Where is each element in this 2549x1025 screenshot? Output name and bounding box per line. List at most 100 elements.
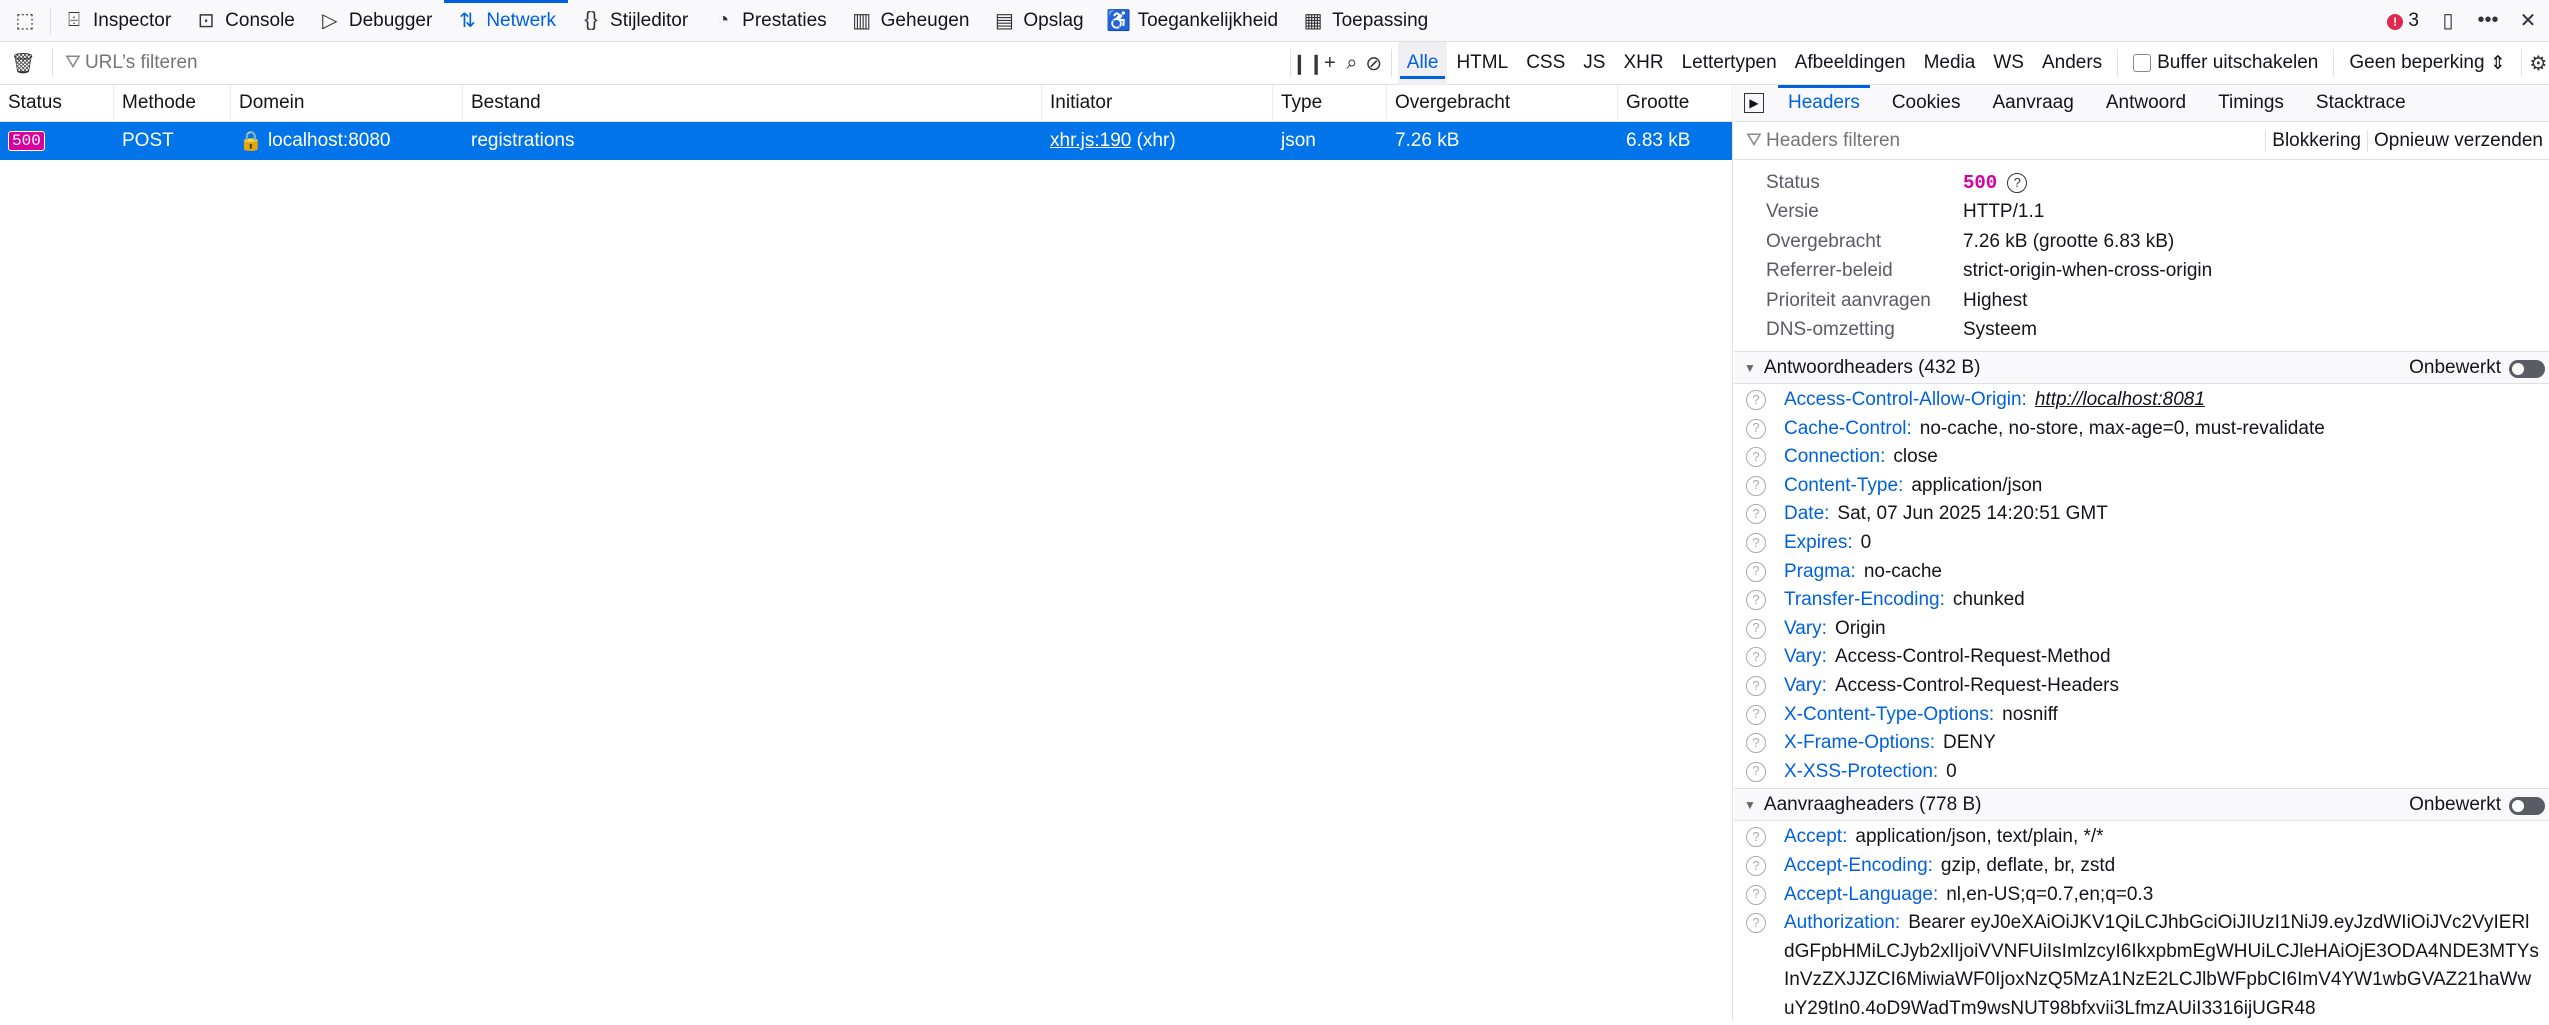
- panel-tab-antwoord[interactable]: Antwoord: [2090, 85, 2202, 122]
- help-icon[interactable]: ?: [1746, 475, 1766, 496]
- table-row[interactable]: 500 POST 🔒 localhost:8080 registrations …: [0, 122, 1732, 160]
- help-icon[interactable]: ?: [1746, 913, 1766, 934]
- header-row: ? Vary: Access-Control-Request-Method: [1734, 643, 2549, 672]
- raw-toggle[interactable]: [2509, 360, 2545, 378]
- column-header-bestand[interactable]: Bestand: [463, 85, 1042, 121]
- tab-opslag[interactable]: ▤ Opslag: [981, 0, 1095, 42]
- help-icon[interactable]: ?: [1746, 504, 1766, 525]
- summary-label: Overgebracht: [1766, 230, 1882, 252]
- add-icon[interactable]: +: [1319, 42, 1341, 85]
- column-header-methode[interactable]: Methode: [114, 85, 231, 121]
- column-header-grootte[interactable]: Grootte: [1618, 85, 1733, 121]
- type-filter-anders[interactable]: Anders: [2033, 42, 2111, 85]
- column-header-overgebracht[interactable]: Overgebracht: [1387, 85, 1618, 121]
- raw-label: Onbewerkt: [2409, 356, 2501, 378]
- response-headers-toggle[interactable]: ▼ Antwoordheaders (432 B) Onbewerkt: [1734, 351, 2549, 384]
- column-header-type[interactable]: Type: [1273, 85, 1387, 121]
- method-cell: POST: [122, 130, 174, 151]
- header-name: X-XSS-Protection:: [1784, 760, 1939, 782]
- help-icon[interactable]: ?: [1746, 447, 1766, 468]
- collapse-triangle-icon: ▼: [1744, 360, 1756, 375]
- tab-label: Toegankelijkheid: [1137, 9, 1279, 31]
- summary-label: Referrer-beleid: [1766, 260, 1893, 282]
- help-icon[interactable]: ?: [1746, 855, 1766, 876]
- block-icon[interactable]: ⊘: [1363, 42, 1385, 85]
- url-filter-input[interactable]: [84, 52, 1284, 74]
- panel-tab-aanvraag[interactable]: Aanvraag: [1976, 85, 2089, 122]
- disable-cache-checkbox[interactable]: Buffer uitschakelen: [2124, 42, 2327, 85]
- collapse-triangle-icon: ▼: [1744, 797, 1756, 812]
- settings-gear-icon[interactable]: ⚙: [2528, 52, 2549, 75]
- help-icon[interactable]: ?: [1746, 733, 1766, 754]
- request-headers-toggle[interactable]: ▼ Aanvraagheaders (778 B) Onbewerkt: [1734, 788, 2549, 822]
- headers-filter-input[interactable]: [1765, 129, 2266, 152]
- column-header-status[interactable]: Status: [0, 85, 114, 121]
- help-icon[interactable]: ?: [1746, 532, 1766, 553]
- help-icon[interactable]: ?: [1746, 390, 1766, 410]
- type-filter-xhr[interactable]: XHR: [1614, 42, 1672, 85]
- element-picker-button[interactable]: ⬚: [0, 6, 51, 35]
- header-row: ? Connection: close: [1734, 443, 2549, 472]
- toggle-sidebar-icon[interactable]: ▶: [1744, 93, 1764, 113]
- raw-toggle[interactable]: [2509, 797, 2545, 816]
- panel-tab-headers[interactable]: Headers: [1772, 84, 1876, 122]
- header-name: Cache-Control:: [1784, 417, 1912, 439]
- summary-value: 7.26 kB (grootte 6.83 kB): [1963, 230, 2175, 252]
- tab-stijleditor[interactable]: {} Stijleditor: [568, 0, 700, 42]
- block-button[interactable]: Blokkering: [2265, 129, 2367, 152]
- type-filter-alle[interactable]: Alle: [1397, 41, 1448, 85]
- tab-toepassing[interactable]: ▦ Toepassing: [1290, 0, 1440, 42]
- panel-tab-timings[interactable]: Timings: [2202, 85, 2300, 122]
- panel-tab-stacktrace[interactable]: Stacktrace: [2300, 85, 2422, 122]
- help-icon[interactable]: ?: [1746, 827, 1766, 848]
- help-icon[interactable]: ?: [1746, 647, 1766, 668]
- summary-value: Highest: [1963, 289, 2028, 311]
- help-icon[interactable]: ?: [1746, 675, 1766, 696]
- summary-label: Status: [1766, 171, 1820, 193]
- help-icon[interactable]: ?: [1746, 590, 1766, 611]
- column-header-domein[interactable]: Domein: [231, 85, 463, 121]
- header-value: close: [1893, 446, 1938, 468]
- type-filter-css[interactable]: CSS: [1517, 42, 1574, 85]
- tab-debugger[interactable]: ▷ Debugger: [307, 0, 444, 42]
- type-filter-afbeeldingen[interactable]: Afbeeldingen: [1786, 42, 1915, 85]
- help-icon[interactable]: ?: [1746, 418, 1766, 439]
- initiator-link[interactable]: xhr.js:190: [1050, 130, 1131, 152]
- search-icon[interactable]: ⌕: [1341, 42, 1363, 85]
- header-value: nl,en-US;q=0.7,en;q=0.3: [1946, 883, 2154, 905]
- help-icon[interactable]: ?: [1746, 884, 1766, 905]
- tab-console[interactable]: ⊡ Console: [183, 0, 307, 42]
- tab-inspector[interactable]: ⌹ Inspector: [51, 0, 183, 42]
- type-filter-html[interactable]: HTML: [1447, 42, 1517, 85]
- help-icon[interactable]: ?: [1746, 561, 1766, 582]
- column-header-initiator[interactable]: Initiator: [1042, 85, 1273, 121]
- type-filter-js[interactable]: JS: [1574, 42, 1614, 85]
- help-icon[interactable]: ?: [1746, 704, 1766, 725]
- header-value: chunked: [1952, 589, 2025, 611]
- help-icon[interactable]: ?: [1746, 761, 1766, 782]
- request-table: Status Methode Domein Bestand Initiator Type O…: [0, 85, 1733, 1021]
- details-panel: ▶ Headers Cookies Aanvraag Antwoord Timings S…: [1734, 84, 2549, 1021]
- header-value: Access-Control-Request-Method: [1834, 646, 2111, 668]
- header-name: Authorization:: [1784, 912, 1901, 934]
- type-filter-lettertypen[interactable]: Lettertypen: [1673, 42, 1786, 85]
- close-icon[interactable]: ✕: [2517, 10, 2539, 32]
- clear-trash-icon[interactable]: 🗑: [10, 52, 35, 75]
- type-filter-media[interactable]: Media: [1915, 42, 1985, 85]
- tab-prestaties[interactable]: ◔ Prestaties: [700, 0, 838, 42]
- help-icon[interactable]: ?: [2007, 172, 2028, 193]
- tab-netwerk[interactable]: ⇅ Netwerk: [444, 0, 568, 42]
- transferred-cell: 7.26 kB: [1395, 130, 1460, 151]
- more-options-icon[interactable]: •••: [2477, 9, 2499, 32]
- help-icon[interactable]: ?: [1746, 618, 1766, 639]
- throttle-select[interactable]: Geen beperking ⇕: [2340, 42, 2514, 85]
- panel-tab-cookies[interactable]: Cookies: [1876, 85, 1977, 122]
- responsive-mode-icon[interactable]: ▯: [2437, 10, 2459, 32]
- header-row: ? X-Content-Type-Options: nosniff: [1734, 701, 2549, 730]
- tab-toegankelijkheid[interactable]: ♿ Toegankelijkheid: [1096, 0, 1291, 42]
- tab-geheugen[interactable]: ▥ Geheugen: [839, 0, 982, 42]
- pause-icon[interactable]: ❙❙: [1291, 42, 1325, 85]
- type-filter-ws[interactable]: WS: [1984, 42, 2033, 85]
- resend-button[interactable]: Opnieuw verzenden: [2367, 129, 2549, 152]
- error-count[interactable]: ! 3: [2387, 10, 2419, 32]
